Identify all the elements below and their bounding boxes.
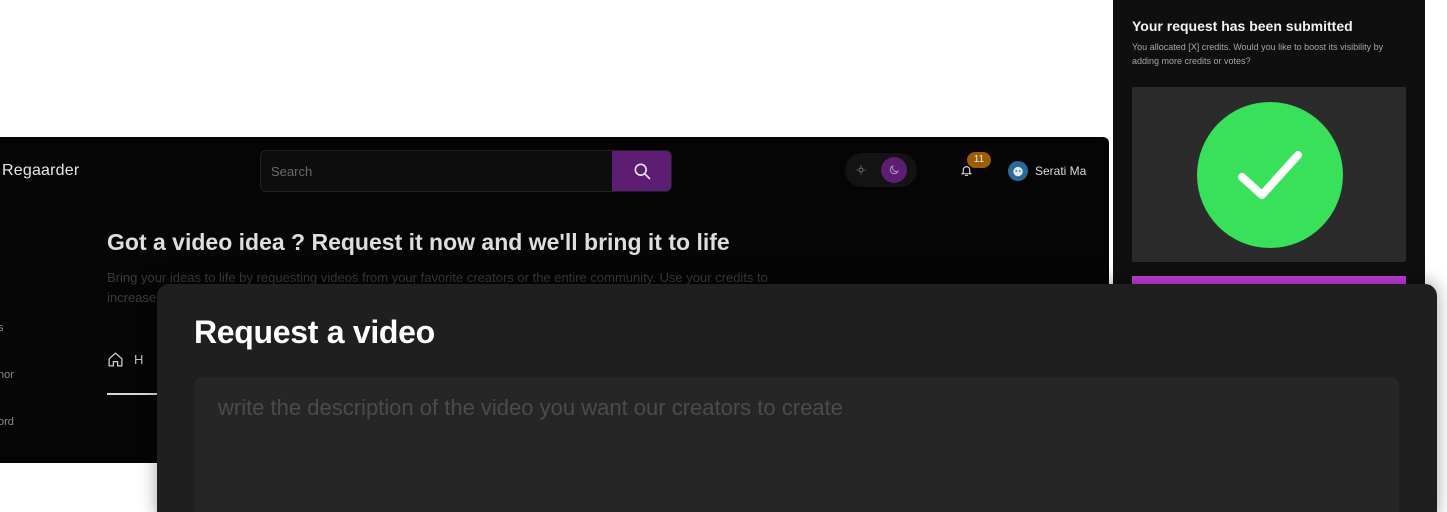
sun-icon[interactable]	[853, 162, 869, 178]
search-icon	[634, 163, 650, 180]
theme-toggle[interactable]	[845, 153, 917, 187]
sidebar-item-2[interactable]: nor	[0, 369, 14, 381]
search-button[interactable]	[612, 151, 671, 191]
checkmark-icon	[1238, 151, 1302, 199]
search-input[interactable]	[261, 151, 611, 191]
request-video-modal: Request a video	[157, 284, 1437, 512]
success-title: Your request has been submitted	[1132, 18, 1353, 34]
success-description: You allocated [X] credits. Would you lik…	[1132, 42, 1384, 66]
video-description-input[interactable]	[194, 377, 1399, 512]
modal-title: Request a video	[194, 314, 435, 350]
sidebar-item-3[interactable]: ord	[0, 416, 14, 428]
sidebar-item-1[interactable]: s	[0, 322, 4, 334]
user-name: Serati Ma	[1035, 164, 1087, 178]
tab-home-label: H	[134, 352, 144, 367]
user-menu[interactable]: Serati Ma	[1008, 161, 1086, 181]
brand-name[interactable]: Regaarder	[2, 162, 79, 180]
page-title: Got a video idea ? Request it now and we…	[107, 229, 730, 255]
notification-badge: 11	[967, 152, 991, 168]
check-circle	[1197, 102, 1343, 248]
success-panel: Your request has been submitted You allo…	[1113, 0, 1425, 314]
home-icon	[108, 352, 123, 367]
search-bar	[260, 150, 672, 192]
avatar[interactable]	[1008, 161, 1028, 181]
success-illustration	[1132, 87, 1406, 262]
moon-icon[interactable]	[881, 157, 907, 183]
